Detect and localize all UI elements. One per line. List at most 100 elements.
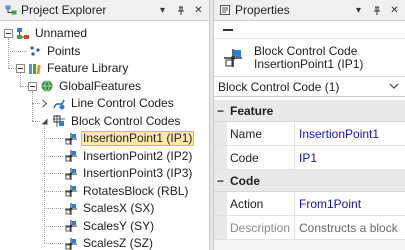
tree-connector <box>44 138 63 139</box>
tree-item[interactable]: GlobalFeatures <box>28 78 143 95</box>
globe-icon <box>40 79 54 93</box>
tree-connector <box>44 190 63 192</box>
tree-item-label: InsertionPoint1 (IP1) <box>81 131 195 146</box>
root-icon <box>16 27 30 41</box>
property-row[interactable]: Name InsertionPoint1 <box>214 122 405 146</box>
block-control-code-icon <box>222 47 244 69</box>
property-gutter <box>214 146 227 169</box>
property-row[interactable]: Action From1Point <box>214 192 405 216</box>
tree-item-label: Block Control Codes <box>71 113 181 128</box>
tree-item-label: Line Control Codes <box>71 96 174 110</box>
collapse-box-icon[interactable] <box>28 81 37 91</box>
properties-toolbar <box>214 21 405 39</box>
pin-icon[interactable] <box>173 3 188 18</box>
tree-connector <box>44 208 63 209</box>
line-codes-icon <box>52 97 66 111</box>
category-collapse-icon[interactable]: − <box>214 170 227 192</box>
control-code-icon <box>64 132 78 146</box>
property-grid: − Feature Name InsertionPoint1 Code IP1− Code A… <box>214 100 405 250</box>
tree-connector <box>44 155 63 157</box>
tree-item-label: RotatesBlock (RBL) <box>83 183 189 198</box>
tree-guide-line <box>32 90 33 121</box>
control-code-icon <box>64 167 78 181</box>
tree-item-label: InsertionPoint2 (IP2) <box>83 148 193 163</box>
tree-item-label: InsertionPoint3 (IP3) <box>83 166 193 180</box>
control-code-icon <box>64 149 78 163</box>
category-collapse-icon[interactable]: − <box>214 100 227 122</box>
tree-connector <box>44 173 63 174</box>
property-value[interactable]: From1Point <box>295 192 405 215</box>
object-selector-dropdown[interactable]: Block Control Code (1) <box>214 77 405 97</box>
properties-icon <box>219 4 231 16</box>
category-label: Feature <box>230 103 274 118</box>
property-value[interactable]: InsertionPoint1 <box>295 122 405 145</box>
property-gutter <box>214 122 227 145</box>
property-value[interactable]: IP1 <box>295 146 405 169</box>
collapse-all-icon[interactable] <box>222 24 234 36</box>
tree-item[interactable]: InsertionPoint2 (IP2) <box>52 148 194 165</box>
tree-item[interactable]: Unnamed <box>4 25 89 42</box>
control-code-icon <box>64 237 78 250</box>
tree-connector <box>32 103 40 104</box>
control-code-icon <box>64 219 78 233</box>
property-category-1[interactable]: − Code <box>214 170 405 192</box>
block-codes-icon <box>52 114 66 128</box>
tree-item-label: Unnamed <box>35 26 88 40</box>
tree-item[interactable]: ScalesZ (SZ) <box>52 235 155 250</box>
property-row[interactable]: Code IP1 <box>214 146 405 170</box>
collapse-arrow-icon[interactable] <box>40 117 49 126</box>
tree-connector <box>32 120 40 122</box>
tree-connector <box>20 85 28 87</box>
panel-menu-icon[interactable]: ▾ <box>351 3 366 18</box>
tree-connector <box>44 225 63 227</box>
tree-item[interactable]: ScalesY (SY) <box>52 218 156 235</box>
property-gutter <box>214 216 227 239</box>
tree-guide-line <box>20 73 21 86</box>
project-explorer-panel: Project Explorer ▾ ✕ Unnamed Points Featur… <box>0 0 210 250</box>
project-explorer-icon <box>5 4 17 16</box>
tree-connector <box>8 50 27 52</box>
close-icon[interactable]: ✕ <box>387 3 402 18</box>
tree-connector <box>8 68 16 69</box>
tree-item[interactable]: Block Control Codes <box>40 113 182 130</box>
tree-item[interactable]: ScalesX (SX) <box>52 200 156 217</box>
property-value[interactable]: Constructs a block <box>295 216 405 239</box>
panel-menu-icon[interactable]: ▾ <box>155 3 170 18</box>
tree-item-label: GlobalFeatures <box>59 78 142 93</box>
property-name: Description <box>227 216 295 239</box>
tree-connector <box>44 243 63 244</box>
tree-item[interactable]: Feature Library <box>16 60 130 77</box>
project-explorer-title: Project Explorer <box>21 3 107 17</box>
tree-item-selected[interactable]: InsertionPoint1 (IP1) <box>52 130 195 147</box>
properties-title: Properties <box>235 3 290 17</box>
property-row[interactable]: Description Constructs a block <box>214 216 405 240</box>
property-name: Code <box>227 146 295 169</box>
tree-item[interactable]: InsertionPoint3 (IP3) <box>52 165 194 182</box>
close-icon[interactable]: ✕ <box>191 3 206 18</box>
property-gutter <box>214 192 227 215</box>
object-type-label: Block Control Code <box>254 43 358 58</box>
property-category-0[interactable]: − Feature <box>214 100 405 122</box>
tree-item[interactable]: Line Control Codes <box>40 95 176 112</box>
object-selector-value: Block Control Code (1) <box>218 79 340 94</box>
expand-arrow-icon[interactable] <box>40 99 49 108</box>
points-icon <box>28 44 42 58</box>
project-tree: Unnamed Points Feature Library GlobalFeatur… <box>0 22 209 250</box>
property-name: Action <box>227 192 295 215</box>
chevron-down-icon <box>389 80 399 95</box>
property-name: Name <box>227 122 295 145</box>
collapse-box-icon[interactable] <box>16 64 25 73</box>
library-icon <box>28 62 42 76</box>
tree-item-label: ScalesZ (SZ) <box>83 236 154 250</box>
collapse-box-icon[interactable] <box>4 29 13 38</box>
properties-titlebar: Properties ▾ ✕ <box>214 0 405 21</box>
tree-item[interactable]: RotatesBlock (RBL) <box>52 183 190 200</box>
object-name-label: InsertionPoint1 (IP1) <box>254 56 364 71</box>
tree-guide-line <box>44 125 45 243</box>
tree-item-label: ScalesY (SY) <box>83 218 155 233</box>
control-code-icon <box>64 184 78 198</box>
pin-icon[interactable] <box>369 3 384 18</box>
tree-item-label: ScalesX (SX) <box>83 201 155 215</box>
category-label: Code <box>230 173 260 188</box>
selected-object-header: Block Control Code InsertionPoint1 (IP1) <box>214 39 405 77</box>
